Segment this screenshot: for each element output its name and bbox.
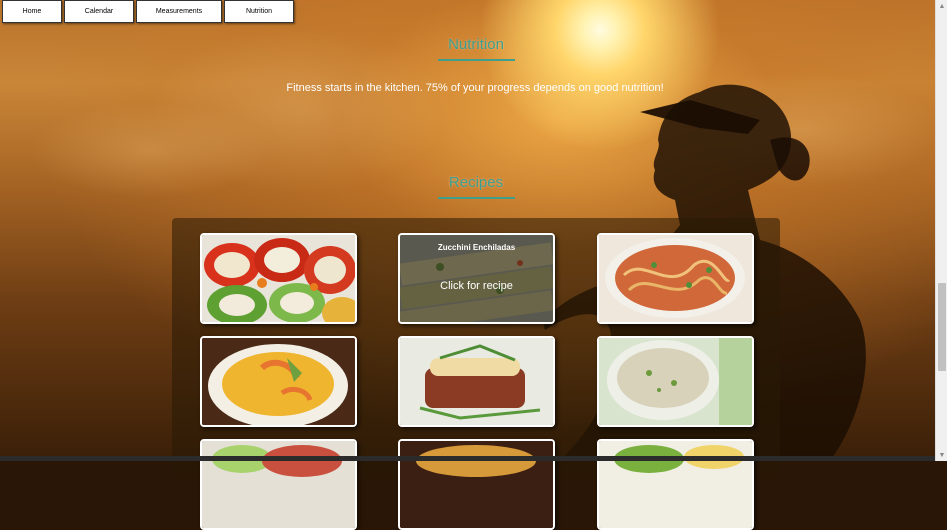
recipe-card-link[interactable]: Click for recipe — [400, 280, 553, 292]
scroll-up-arrow-icon[interactable]: ▲ — [936, 0, 947, 12]
scrollbar-thumb[interactable] — [938, 283, 946, 371]
eggplant-parmesan-photo — [400, 338, 553, 425]
horizontal-scrollbar — [0, 456, 935, 461]
recipe-card[interactable] — [398, 336, 555, 427]
recipe-card-title: Zucchini Enchiladas — [437, 243, 516, 252]
recipe-card[interactable] — [597, 439, 754, 530]
nav-nutrition-button[interactable]: Nutrition — [224, 0, 294, 23]
recipe-card[interactable] — [398, 439, 555, 530]
recipe-card[interactable] — [200, 233, 357, 324]
recipe-photo-row3-2 — [400, 441, 553, 528]
recipe-card[interactable]: Zucchini Enchiladas Click for recipe — [398, 233, 555, 324]
vertical-scrollbar[interactable]: ▲ ▼ — [935, 0, 947, 461]
nav-home-button[interactable]: Home — [2, 0, 62, 23]
top-nav: Home Calendar Measurements Nutrition — [2, 0, 294, 23]
recipe-photo-row3-1 — [202, 441, 355, 528]
scroll-down-arrow-icon[interactable]: ▼ — [936, 449, 947, 461]
recipe-card[interactable] — [200, 336, 357, 427]
stuffed-peppers-photo — [202, 235, 355, 322]
spaghetti-photo — [599, 235, 752, 322]
recipe-card[interactable] — [597, 336, 754, 427]
recipe-card[interactable] — [597, 233, 754, 324]
recipe-photo-row3-3 — [599, 441, 752, 528]
nav-measurements-button[interactable]: Measurements — [136, 0, 222, 23]
nutrition-heading: Nutrition — [448, 36, 504, 53]
spaghetti-squash-shrimp-photo — [202, 338, 355, 425]
recipe-card[interactable] — [200, 439, 357, 530]
nutrition-tagline: Fitness starts in the kitchen. 75% of yo… — [286, 82, 664, 94]
risotto-bowl-photo — [599, 338, 752, 425]
recipes-heading-underline — [438, 197, 515, 199]
nav-calendar-button[interactable]: Calendar — [64, 0, 134, 23]
nutrition-heading-underline — [438, 59, 515, 61]
recipes-heading: Recipes — [448, 174, 504, 191]
